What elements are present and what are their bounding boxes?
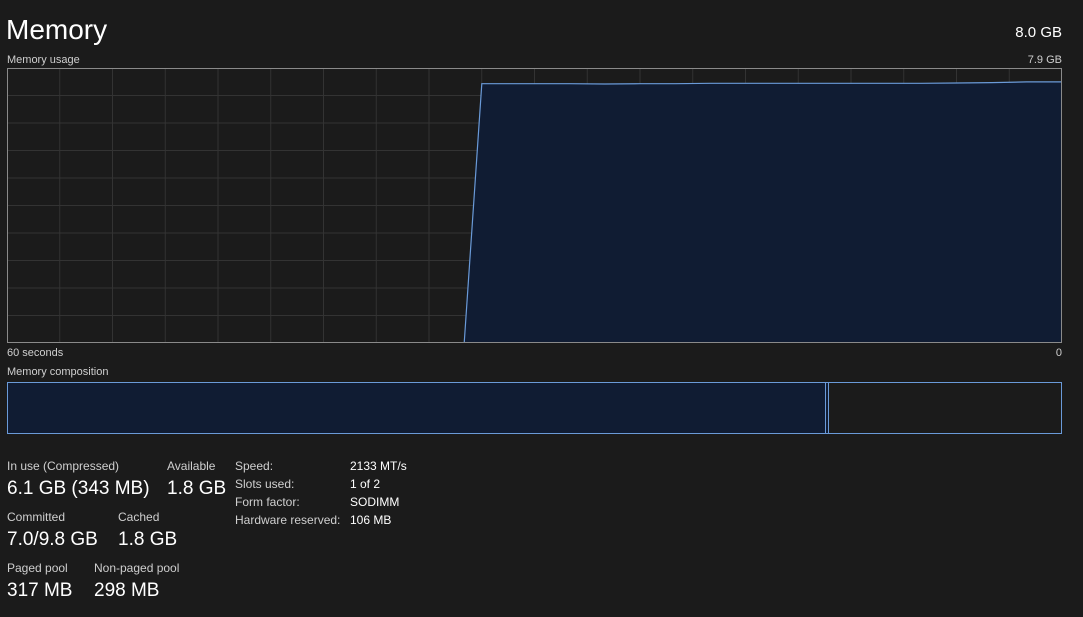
memory-composition-bar[interactable] — [7, 382, 1062, 434]
available-label: Available — [167, 459, 216, 473]
total-memory: 8.0 GB — [1015, 24, 1062, 41]
form-factor-label: Form factor: — [235, 495, 300, 509]
cached-label: Cached — [118, 510, 160, 524]
composition-label: Memory composition — [7, 366, 109, 378]
slots-used-label: Slots used: — [235, 477, 295, 491]
slots-used-value: 1 of 2 — [350, 477, 381, 491]
committed-label: Committed — [7, 510, 66, 524]
memory-performance-panel: Memory 8.0 GB Memory usage 7.9 GB 60 sec… — [0, 0, 1083, 617]
committed-value: 7.0/9.8 GB — [7, 529, 98, 550]
hardware-reserved-value: 106 MB — [350, 513, 392, 527]
composition-in-use-segment[interactable] — [8, 383, 826, 433]
available-value: 1.8 GB — [167, 478, 227, 499]
speed-label: Speed: — [235, 459, 274, 473]
cached-value: 1.8 GB — [118, 529, 178, 550]
form-factor-value: SODIMM — [350, 495, 400, 509]
page-title: Memory — [6, 14, 108, 45]
speed-value: 2133 MT/s — [350, 459, 407, 473]
in-use-label: In use (Compressed) — [7, 459, 120, 473]
time-end-label: 0 — [1055, 347, 1062, 359]
paged-pool-label: Paged pool — [7, 561, 68, 575]
time-start-label: 60 seconds — [7, 347, 64, 359]
usage-graph-label: Memory usage — [7, 54, 80, 66]
composition-modified-segment[interactable] — [826, 383, 829, 433]
memory-usage-graph — [7, 68, 1062, 343]
in-use-value: 6.1 GB (343 MB) — [7, 478, 150, 499]
usage-graph-max-label: 7.9 GB — [1027, 54, 1062, 66]
paged-pool-value: 317 MB — [7, 580, 73, 601]
non-paged-pool-value: 298 MB — [94, 580, 160, 601]
non-paged-pool-label: Non-paged pool — [94, 561, 180, 575]
hardware-reserved-label: Hardware reserved: — [235, 513, 341, 527]
usage-area-fill — [464, 81, 1062, 343]
